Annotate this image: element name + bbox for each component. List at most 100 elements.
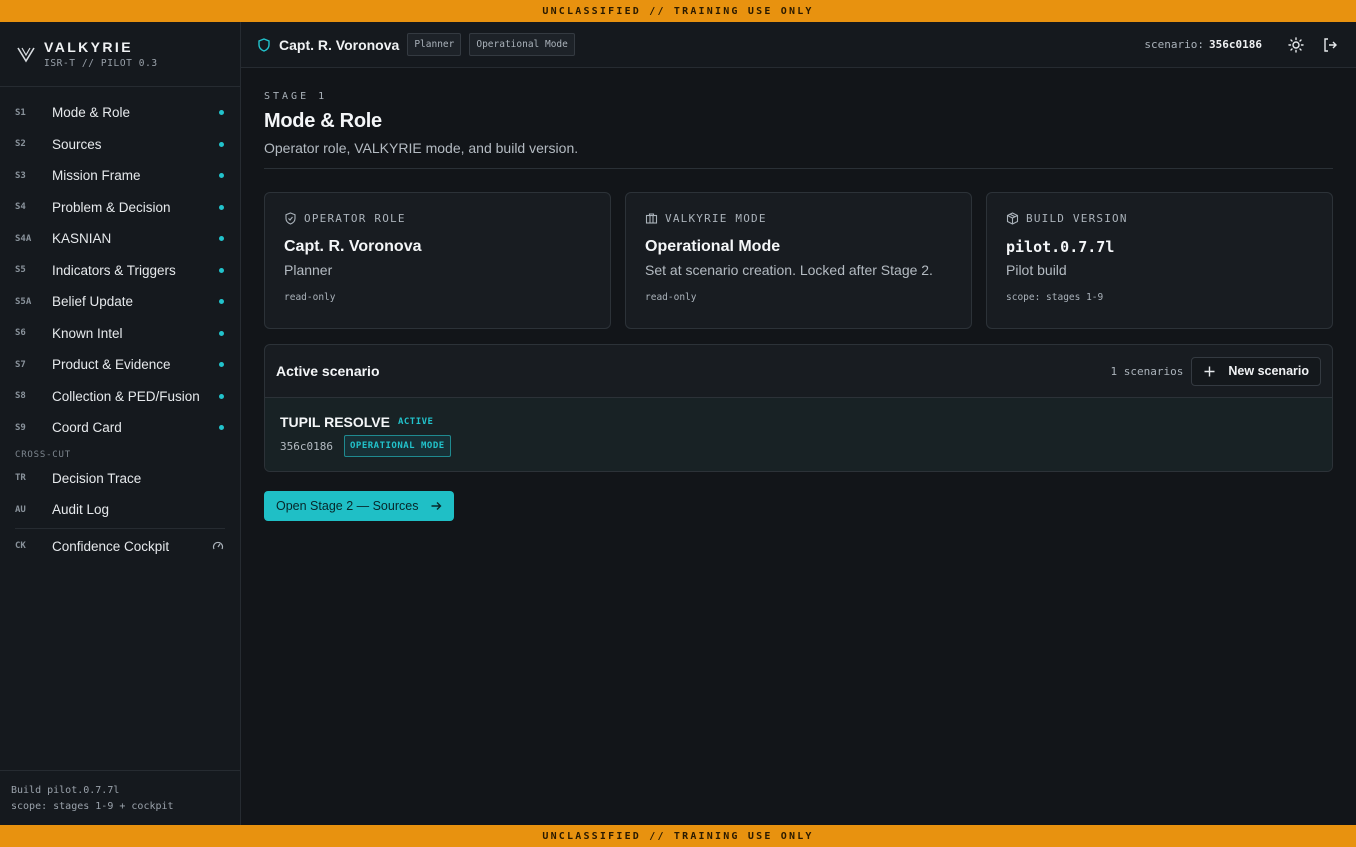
- build-version-card: BUILD VERSION pilot.0.7.7l Pilot build s…: [986, 192, 1333, 329]
- nav-label: Indicators & Triggers: [52, 262, 176, 278]
- nav-item-s4[interactable]: S4 Problem & Decision: [0, 192, 240, 224]
- status-badge: ACTIVE: [397, 417, 434, 427]
- build-label: Build pilot.0.7.7l: [11, 785, 120, 796]
- card-title: Capt. R. Voronova: [284, 238, 422, 255]
- nav-label: Collection & PED/Fusion: [52, 388, 200, 404]
- gauge-icon: [212, 542, 224, 550]
- nav-item-s6[interactable]: S6 Known Intel: [0, 318, 240, 350]
- nav-section-cross-cut: CROSS-CUT: [15, 449, 71, 460]
- status-dot-icon: [219, 299, 224, 305]
- classification-banner-top: UNCLASSIFIED // TRAINING USE ONLY: [0, 0, 1356, 22]
- nav-code: TR: [15, 473, 26, 484]
- page-subtitle: Operator role, VALKYRIE mode, and build …: [264, 140, 579, 156]
- nav-label: Sources: [52, 136, 102, 152]
- logout-icon[interactable]: [1322, 37, 1338, 53]
- nav-code: S1: [15, 107, 26, 118]
- scenario-label: scenario:: [1144, 38, 1205, 51]
- operator-name: Capt. R. Voronova: [279, 36, 400, 53]
- top-header: Capt. R. Voronova Planner Operational Mo…: [241, 22, 1356, 68]
- nav-item-s5a[interactable]: S5A Belief Update: [0, 286, 240, 318]
- sidebar-footer: Build pilot.0.7.7l scope: stages 1-9 + c…: [0, 770, 240, 825]
- card-kicker: OPERATOR ROLE: [304, 212, 406, 225]
- sun-icon[interactable]: [1288, 36, 1304, 53]
- open-stage-2-button[interactable]: Open Stage 2 — Sources: [264, 491, 455, 521]
- mode-chip: Operational Mode: [469, 33, 575, 56]
- nav-item-s1[interactable]: S1 Mode & Role: [0, 97, 240, 129]
- card-title: pilot.0.7.7l: [1006, 238, 1115, 256]
- plus-icon: [1204, 366, 1215, 376]
- nav-item-s4a[interactable]: S4A KASNIAN: [0, 223, 240, 255]
- scenario-row-id: 356c0186: [280, 439, 333, 453]
- shield-icon: [258, 37, 270, 52]
- card-meta: read-only: [284, 292, 336, 303]
- nav-item-confidence-cockpit[interactable]: CK Confidence Cockpit: [0, 531, 240, 563]
- scenario-row[interactable]: TUPIL RESOLVE ACTIVE 356c0186 OPERATIONA…: [265, 398, 1332, 471]
- nav-code: S6: [15, 328, 26, 339]
- card-subtitle: Pilot build: [1006, 262, 1067, 278]
- card-title: Operational Mode: [645, 238, 781, 255]
- shield-check-icon: [285, 212, 296, 225]
- scenario-name: TUPIL RESOLVE: [280, 414, 390, 430]
- role-chip: Planner: [407, 33, 462, 56]
- sidebar: VALKYRIE ISR-T // PILOT 0.3 S1 Mode & Rol…: [0, 22, 241, 825]
- nav-code: S5: [15, 265, 26, 276]
- nav-label: Mission Frame: [52, 168, 141, 184]
- nav-item-s5[interactable]: S5 Indicators & Triggers: [0, 255, 240, 287]
- nav-label: Product & Evidence: [52, 357, 171, 373]
- valkyrie-logo-icon: [17, 47, 35, 63]
- operator-role-card: OPERATOR ROLE Capt. R. Voronova Planner …: [264, 192, 611, 329]
- active-scenario-panel: Active scenario 1 scenarios New scenario…: [264, 344, 1333, 472]
- brand: VALKYRIE ISR-T // PILOT 0.3: [0, 22, 240, 87]
- nav-code: S4: [15, 202, 26, 213]
- nav-item-s3[interactable]: S3 Mission Frame: [0, 160, 240, 192]
- new-scenario-button[interactable]: New scenario: [1191, 356, 1321, 386]
- nav-item-audit-log[interactable]: AU Audit Log: [0, 494, 240, 526]
- open-stage-label: Open Stage 2 — Sources: [276, 499, 419, 513]
- divider: [264, 168, 1333, 169]
- nav-code: S3: [15, 170, 26, 181]
- nav-code: S8: [15, 391, 26, 402]
- mode-badge: OPERATIONAL MODE: [343, 435, 451, 457]
- main-content: STAGE 1 Mode & Role Operator role, VALKY…: [241, 68, 1356, 825]
- nav-item-s9[interactable]: S9 Coord Card: [0, 412, 240, 444]
- status-dot-icon: [219, 393, 224, 399]
- nav-divider: [15, 527, 225, 529]
- status-dot-icon: [219, 141, 224, 147]
- status-dot-icon: [219, 330, 224, 336]
- nav-code: S9: [15, 422, 26, 433]
- nav-label: Confidence Cockpit: [52, 538, 170, 554]
- nav-code: S4A: [15, 233, 32, 244]
- status-dot-icon: [219, 362, 224, 368]
- nav-code: S2: [15, 139, 26, 150]
- nav-label: Belief Update: [52, 294, 134, 310]
- status-dot-icon: [219, 267, 224, 273]
- nav-code: CK: [15, 541, 26, 552]
- card-subtitle: Set at scenario creation. Locked after S…: [645, 262, 933, 278]
- classification-banner-bottom: UNCLASSIFIED // TRAINING USE ONLY: [0, 825, 1356, 847]
- nav-item-s8[interactable]: S8 Collection & PED/Fusion: [0, 381, 240, 413]
- nav-item-decision-trace[interactable]: TR Decision Trace: [0, 463, 240, 495]
- nav-label: Decision Trace: [52, 470, 142, 486]
- brand-subtitle: ISR-T // PILOT 0.3: [44, 58, 158, 69]
- scenario-id: 356c0186: [1209, 38, 1262, 51]
- nav-item-s7[interactable]: S7 Product & Evidence: [0, 349, 240, 381]
- nav-label: Problem & Decision: [52, 199, 171, 215]
- stage-kicker: STAGE 1: [264, 91, 328, 102]
- arrow-right-icon: [431, 502, 442, 510]
- nav-label: Audit Log: [52, 502, 110, 518]
- panel-title: Active scenario: [276, 363, 380, 379]
- nav-label: Coord Card: [52, 420, 122, 436]
- status-dot-icon: [219, 110, 224, 116]
- status-dot-icon: [219, 236, 224, 242]
- card-meta: read-only: [645, 292, 697, 303]
- status-dot-icon: [219, 425, 224, 431]
- nav-label: Mode & Role: [52, 105, 131, 121]
- status-dot-icon: [219, 204, 224, 210]
- nav-label: Known Intel: [52, 325, 123, 341]
- nav-item-s2[interactable]: S2 Sources: [0, 129, 240, 161]
- stage-nav: S1 Mode & Role S2 Sources S3 Mission Frame …: [0, 97, 240, 562]
- nav-code: AU: [15, 504, 26, 515]
- status-dot-icon: [219, 173, 224, 179]
- package-icon: [1006, 212, 1019, 225]
- briefcase-icon: [645, 213, 658, 224]
